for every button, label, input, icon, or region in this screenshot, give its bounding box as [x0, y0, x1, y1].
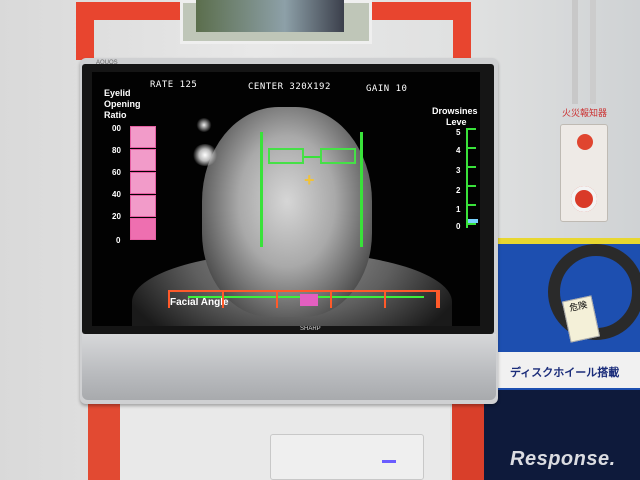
eyelid-ratio-segment [130, 149, 156, 171]
drowsiness-tick-mark [466, 185, 476, 187]
facial-angle-segment [384, 290, 386, 308]
drowsiness-tick: 4 [456, 146, 461, 155]
right-eye-box [320, 148, 356, 164]
nose-marker-icon: + [304, 170, 315, 190]
eyelid-ratio-segment [130, 172, 156, 194]
alarm-button[interactable] [571, 186, 597, 212]
top-poster-image [196, 0, 344, 32]
rate-readout: RATE 125 [150, 80, 198, 90]
eyelid-label-line3: Ratio [104, 110, 127, 120]
drowsiness-level-bar [466, 128, 480, 228]
facial-angle-indicator [300, 294, 318, 306]
drowsiness-tick: 5 [456, 128, 461, 137]
facial-angle-segment [222, 290, 224, 308]
eyelid-ratio-segment [130, 195, 156, 217]
light-reflection [196, 118, 212, 132]
light-reflection [192, 144, 218, 166]
eyelid-ratio-segment [130, 126, 156, 148]
eyelid-tick: 0 [116, 236, 121, 245]
drowsiness-level-indicator [468, 219, 478, 223]
monitor-brand-bottom: SHARP [300, 326, 321, 332]
drowsiness-tick-mark [466, 166, 476, 168]
eyelid-ratio-bar [128, 126, 158, 244]
drowsiness-tick: 3 [456, 166, 461, 175]
display-case-banner: ディスクホイール搭載 [484, 352, 640, 388]
eyelid-label-line1: Eyelid [104, 88, 131, 98]
gain-readout: GAIN 10 [366, 84, 408, 94]
drowsiness-tick-mark [466, 128, 476, 130]
eyelid-tick: 00 [112, 124, 121, 133]
set-top-device [270, 434, 424, 480]
watermark-logo: Response. [510, 448, 616, 470]
drowsiness-tick-mark [466, 223, 476, 225]
eyelid-tick: 80 [112, 146, 121, 155]
center-readout: CENTER 320X192 [248, 82, 331, 92]
eyelid-label-line2: Opening [104, 99, 141, 109]
eye-bridge-line [304, 156, 320, 158]
eyelid-tick: 40 [112, 190, 121, 199]
drowsiness-label-line1: Drowsines [432, 106, 478, 116]
wall-pipe [590, 0, 596, 104]
person-face [202, 107, 372, 317]
eyelid-tick: 60 [112, 168, 121, 177]
facial-angle-segment [330, 290, 332, 308]
facial-angle-segment [168, 290, 170, 308]
drowsiness-tick-mark [466, 204, 476, 206]
face-box-left [260, 132, 263, 247]
fire-alarm-label: 火災報知器 [562, 108, 608, 118]
display-case-trim [484, 238, 640, 244]
red-frame-leg-left [88, 392, 122, 480]
facial-angle-segment [438, 290, 440, 308]
drowsiness-label-line2: Leve [446, 117, 467, 127]
facial-angle-segment [276, 290, 278, 308]
drowsiness-tick: 2 [456, 186, 461, 195]
face-box-right [360, 132, 363, 247]
monitor-chin [82, 334, 496, 400]
drowsiness-tick-mark [466, 147, 476, 149]
alarm-lamp-icon [577, 134, 593, 150]
device-indicator-light [382, 460, 396, 463]
eyelid-ratio-segment [130, 218, 156, 240]
eyelid-tick: 20 [112, 212, 121, 221]
display-case-banner-text: ディスクホイール搭載 [510, 367, 620, 379]
drowsiness-tick: 1 [456, 205, 461, 214]
monitor-screen: RATE 125 CENTER 320X192 GAIN 10 Eyelid O… [92, 72, 480, 326]
wall-pipe [572, 0, 578, 104]
drowsiness-tick: 0 [456, 222, 461, 231]
left-eye-box [268, 148, 304, 164]
